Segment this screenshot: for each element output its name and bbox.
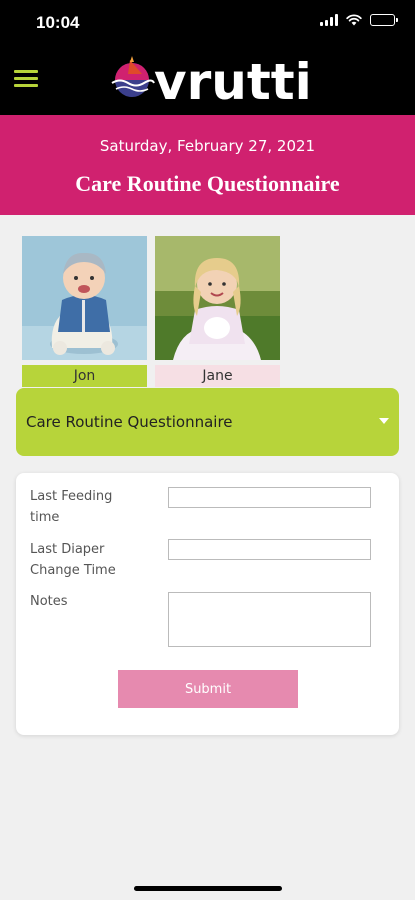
dropdown-selected-label: Care Routine Questionnaire — [26, 413, 233, 431]
submit-button[interactable]: Submit — [118, 670, 298, 708]
signal-icon — [320, 14, 338, 26]
diaper-change-label: Last Diaper Change Time — [30, 542, 116, 578]
battery-icon — [370, 14, 398, 26]
wifi-icon — [346, 14, 362, 26]
questionnaire-form: Last Feeding time Last Diaper Change Tim… — [16, 473, 399, 735]
hamburger-menu-icon[interactable] — [14, 70, 38, 90]
child-card-jon[interactable]: Jon — [22, 236, 147, 387]
jon-photo — [22, 236, 147, 360]
status-time: 10:04 — [36, 13, 80, 32]
app-header: vrutti — [0, 44, 415, 115]
status-icons — [320, 14, 398, 26]
notes-textarea[interactable] — [168, 592, 371, 647]
child-name-jon: Jon — [22, 365, 147, 387]
logo-text: vrutti — [154, 53, 308, 108]
child-name-jane: Jane — [155, 365, 280, 387]
jane-photo — [155, 236, 280, 360]
feeding-time-input[interactable] — [168, 487, 371, 508]
feeding-time-label: Last Feeding time — [30, 489, 113, 525]
questionnaire-dropdown[interactable]: Care Routine Questionnaire — [16, 388, 399, 456]
page-title: Care Routine Questionnaire — [75, 171, 340, 196]
child-card-jane[interactable]: Jane — [155, 236, 280, 387]
current-date: Saturday, February 27, 2021 — [99, 137, 316, 155]
notes-label: Notes — [30, 594, 68, 609]
date-banner: Saturday, February 27, 2021 Care Routine… — [0, 115, 415, 215]
diaper-change-input[interactable] — [168, 539, 371, 560]
home-indicator — [134, 886, 282, 891]
caret-down-icon — [379, 418, 389, 424]
status-bar: 10:04 — [0, 0, 415, 44]
vrutti-logo: vrutti — [111, 53, 308, 108]
